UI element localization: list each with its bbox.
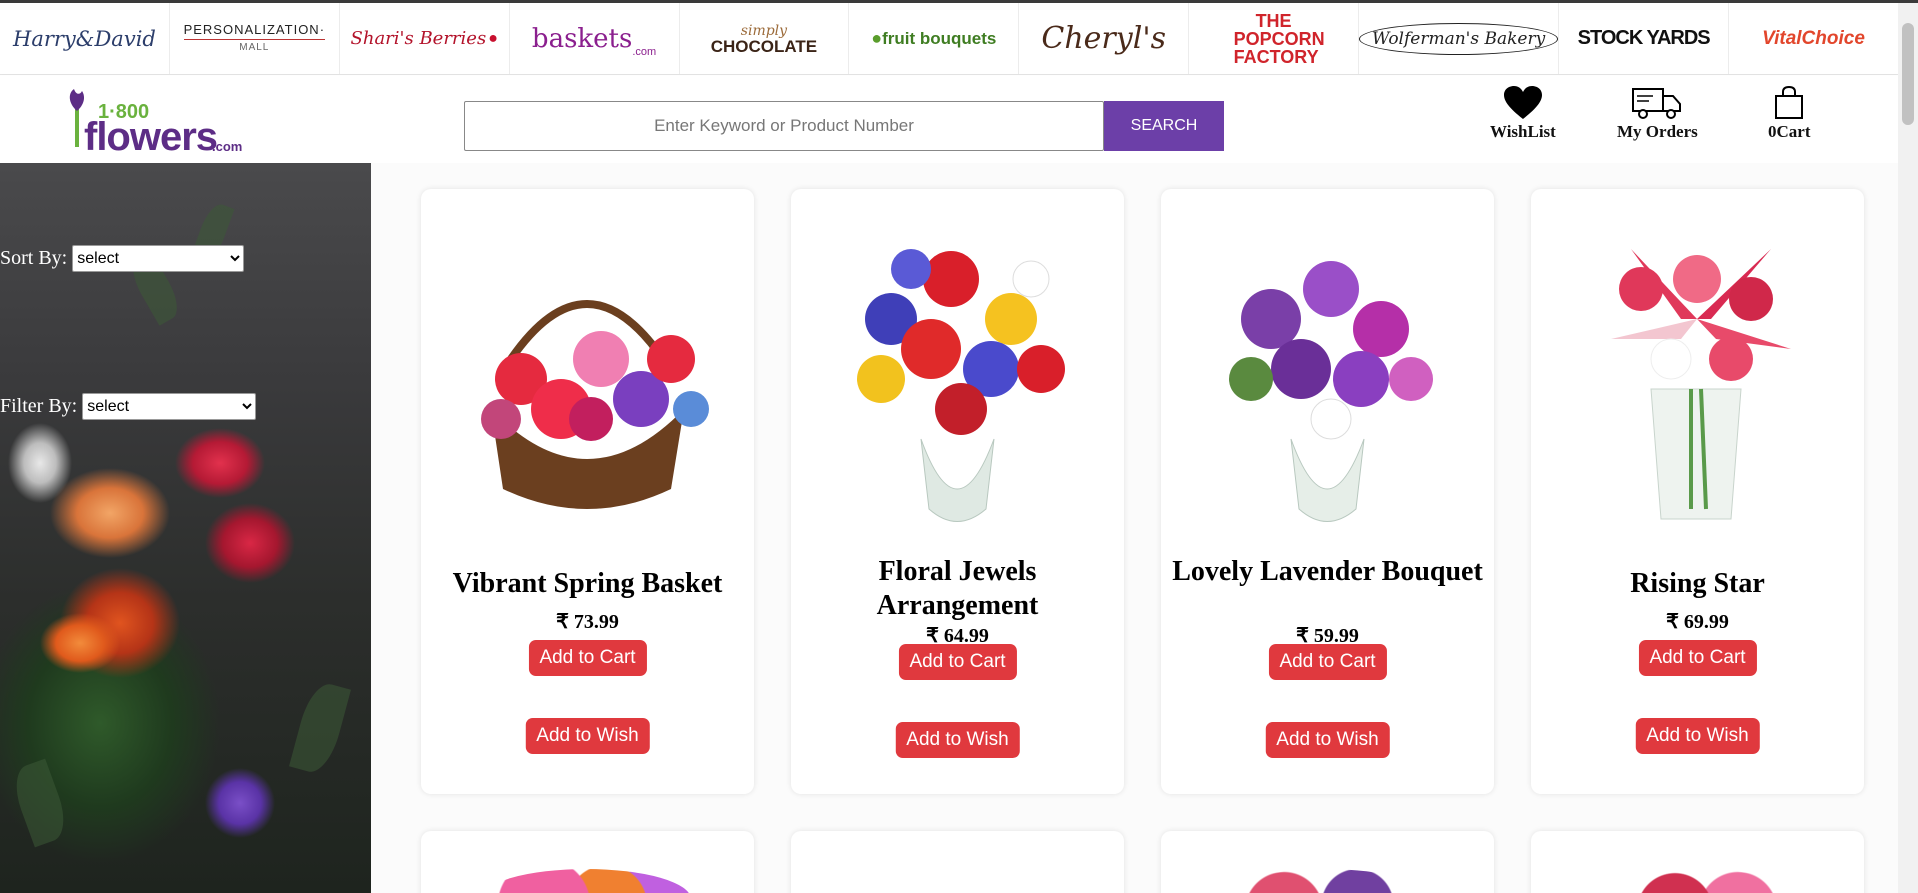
brand-bar: Harry&David PERSONALIZATION· MALL Shari's… [0, 3, 1898, 75]
add-to-wish-button[interactable]: Add to Wish [1635, 718, 1760, 754]
brand-label: Shari's Berries [350, 28, 487, 49]
product-image[interactable] [1591, 869, 1801, 893]
add-to-cart-button[interactable]: Add to Cart [1638, 640, 1757, 676]
product-image[interactable] [441, 209, 734, 529]
product-image[interactable] [1221, 869, 1431, 893]
brand-label: Harry&David [13, 26, 156, 51]
add-to-cart-button[interactable]: Add to Cart [898, 644, 1017, 680]
filter-control: Filter By: select [0, 393, 257, 420]
product-name[interactable]: Lovely Lavender Bouquet [1171, 555, 1484, 589]
product-card: Rising Star ₹ 69.99 Add to Cart Add to W… [1531, 189, 1864, 794]
fruit-icon: ● [871, 28, 883, 48]
heart-icon [1503, 86, 1542, 119]
brand-personalization-mall[interactable]: PERSONALIZATION· MALL [170, 3, 340, 74]
product-image[interactable] [1181, 209, 1474, 529]
product-name[interactable]: Floral Jewels Arrangement [801, 555, 1114, 623]
product-card: Floral Jewels Arrangement ₹ 64.99 Add to… [791, 189, 1124, 794]
sort-control: Sort By: select [0, 245, 245, 272]
product-image[interactable] [811, 209, 1104, 529]
shopping-bag-icon [1775, 86, 1804, 119]
product-price: ₹ 69.99 [1666, 611, 1729, 633]
brand-1800-baskets[interactable]: baskets .com [510, 3, 680, 74]
brand-popcorn-factory[interactable]: THE POPCORN FACTORY [1189, 3, 1359, 74]
my-orders-link[interactable]: My Orders [1617, 86, 1698, 142]
strawberry-icon: ● [488, 29, 498, 47]
brand-stock-yards[interactable]: STOCK YARDS [1559, 3, 1730, 74]
product-card: Vibrant Spring Basket ₹ 73.99 Add to Car… [421, 189, 754, 794]
brand-harry-david[interactable]: Harry&David [0, 3, 170, 74]
product-price: ₹ 73.99 [556, 611, 619, 633]
decorative-leaf [7, 758, 73, 848]
site-logo[interactable]: 1·800 flowers .com [58, 81, 242, 159]
brand-sublabel: MALL [183, 38, 326, 55]
brand-label: CHOCOLATE [710, 36, 818, 56]
product-image[interactable] [851, 869, 1061, 893]
logo-domain: .com [212, 139, 243, 154]
search-input[interactable] [464, 101, 1104, 151]
sort-select[interactable]: select [72, 245, 245, 272]
wishlist-label: WishList [1490, 122, 1556, 141]
product-image[interactable] [481, 869, 691, 893]
wishlist-link[interactable]: WishList [1490, 86, 1556, 142]
brand-wolfermans[interactable]: Wolferman's Bakery [1359, 3, 1560, 74]
filter-label: Filter By: [0, 395, 78, 417]
decorative-leaf [289, 679, 351, 777]
brand-label: fruit bouquets [882, 28, 997, 48]
add-to-wish-button[interactable]: Add to Wish [895, 722, 1020, 758]
add-to-wish-button[interactable]: Add to Wish [1265, 722, 1390, 758]
add-to-cart-button[interactable]: Add to Cart [528, 640, 647, 676]
brand-label: Cheryl's [1041, 21, 1166, 56]
product-card [421, 831, 754, 893]
product-card [1531, 831, 1864, 893]
brand-simply-chocolate[interactable]: simply CHOCOLATE [680, 3, 850, 74]
product-name[interactable]: Vibrant Spring Basket [431, 567, 744, 601]
brand-vital-choice[interactable]: VitalChoice [1729, 3, 1898, 74]
cart-label: 0Cart [1768, 122, 1811, 141]
add-to-wish-button[interactable]: Add to Wish [525, 718, 650, 754]
product-card [791, 831, 1124, 893]
brand-fruit-bouquets[interactable]: ● fruit bouquets [849, 3, 1020, 74]
sort-label: Sort By: [0, 247, 68, 269]
product-card: Lovely Lavender Bouquet ₹ 59.99 Add to C… [1161, 189, 1494, 794]
cart-link[interactable]: 0Cart [1768, 86, 1810, 142]
product-name[interactable]: Rising Star [1541, 567, 1854, 601]
filter-sidebar: Sort By: select Filter By: select [0, 163, 371, 893]
filter-select[interactable]: select [82, 393, 257, 420]
brand-sublabel: .com [632, 46, 657, 58]
brand-label: PERSONALIZATION· [183, 21, 326, 37]
truck-icon [1632, 88, 1682, 119]
product-card [1161, 831, 1494, 893]
brand-label: VitalChoice [1762, 27, 1865, 49]
brand-label: STOCK YARDS [1577, 27, 1711, 49]
my-orders-label: My Orders [1617, 122, 1698, 141]
logo-wordmark: flowers [84, 115, 218, 159]
brand-label: THE POPCORN FACTORY [1233, 10, 1325, 67]
product-grid: Vibrant Spring Basket ₹ 73.99 Add to Car… [371, 163, 1898, 893]
page-scrollbar[interactable] [1898, 3, 1918, 893]
product-image[interactable] [1551, 209, 1844, 529]
add-to-cart-button[interactable]: Add to Cart [1268, 644, 1387, 680]
scrollbar-thumb[interactable] [1902, 23, 1914, 125]
brand-sharis-berries[interactable]: Shari's Berries ● [340, 3, 510, 74]
site-header: 1·800 flowers .com SEARCH WishList My Or… [0, 76, 1898, 163]
brand-label: Wolferman's Bakery [1359, 22, 1559, 55]
brand-cheryls[interactable]: Cheryl's [1019, 3, 1190, 74]
brand-label: baskets [531, 23, 633, 54]
search-button[interactable]: SEARCH [1104, 101, 1224, 151]
